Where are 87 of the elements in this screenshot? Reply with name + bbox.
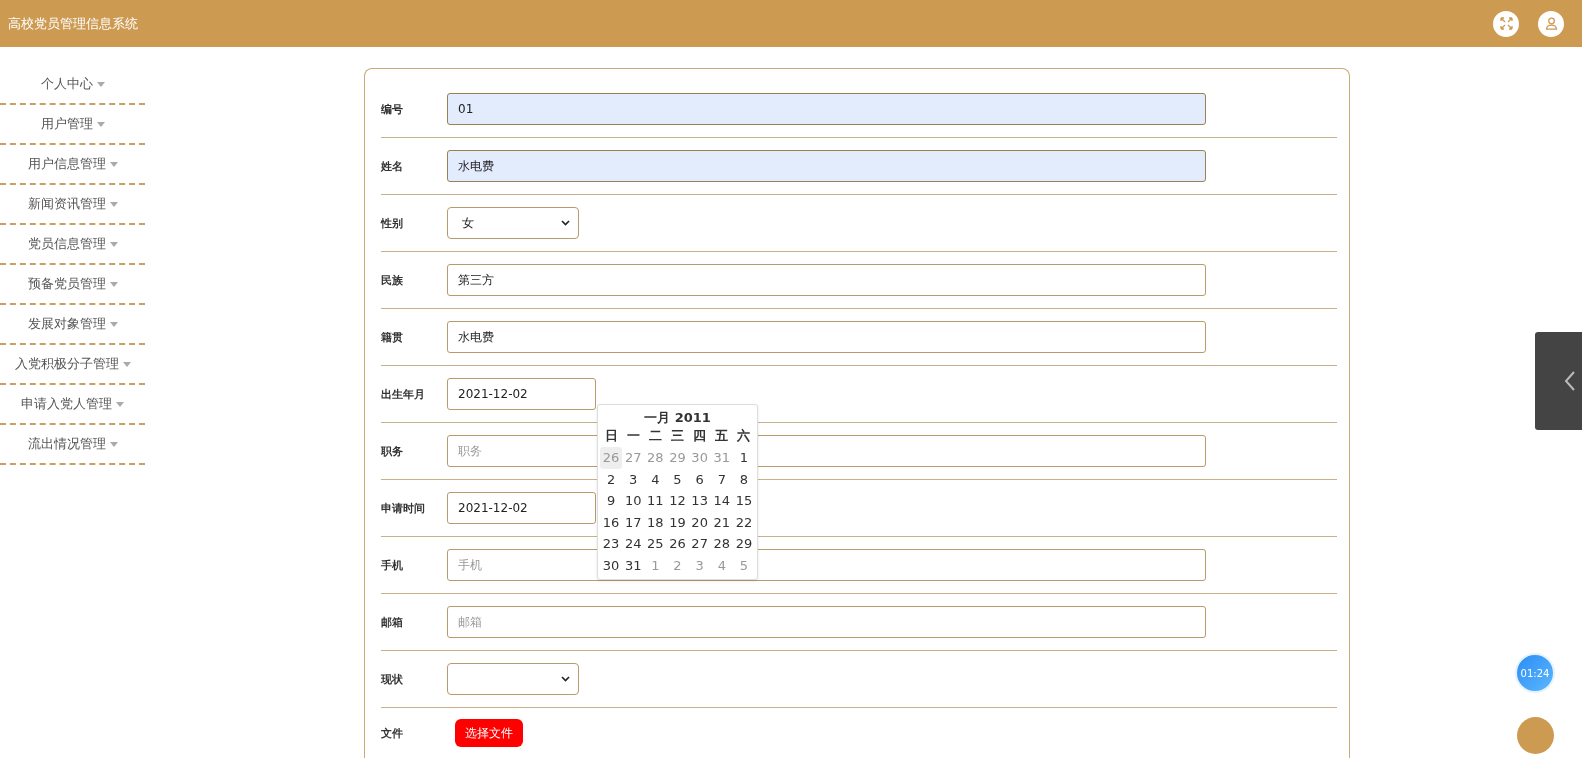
calendar-day[interactable]: 17 — [622, 511, 645, 533]
calendar-day[interactable]: 22 — [732, 511, 755, 533]
calendar-day[interactable]: 1 — [732, 447, 755, 469]
select-field[interactable]: 女 — [447, 207, 579, 239]
menu-label: 申请入党人管理 — [21, 395, 112, 413]
calendar-day[interactable]: 16 — [600, 511, 623, 533]
calendar-day[interactable]: 2 — [600, 468, 623, 490]
menu-label: 党员信息管理 — [27, 235, 106, 253]
calendar-day[interactable]: 19 — [666, 511, 689, 533]
sidebar-item[interactable]: 用户管理 — [0, 105, 145, 145]
chevron-down-icon — [561, 676, 570, 682]
menu-label: 个人中心 — [40, 75, 93, 93]
caret-icon — [109, 161, 118, 167]
fullscreen-button[interactable] — [1493, 10, 1519, 37]
calendar-day[interactable]: 9 — [600, 490, 623, 512]
field-label: 民族 — [381, 272, 404, 288]
sidebar-item[interactable]: 发展对象管理 — [0, 305, 145, 345]
calendar-day[interactable]: 7 — [710, 468, 733, 490]
input-field[interactable]: 邮箱 — [447, 606, 1206, 638]
field-label: 职务 — [381, 443, 404, 459]
calendar-day[interactable]: 11 — [644, 490, 667, 512]
user-button[interactable] — [1538, 10, 1564, 37]
calendar-day[interactable]: 10 — [622, 490, 645, 512]
calendar-day[interactable]: 4 — [644, 468, 667, 490]
menu-label: 用户管理 — [40, 115, 93, 133]
field-label: 文件 — [381, 725, 404, 741]
calendar-day[interactable]: 6 — [688, 468, 711, 490]
sidebar-item[interactable]: 个人中心 — [0, 65, 145, 105]
input-field[interactable]: 水电费 — [447, 150, 1206, 182]
caret-icon — [109, 441, 118, 447]
caret-icon — [109, 321, 118, 327]
sidebar-item[interactable]: 用户信息管理 — [0, 145, 145, 185]
menu-label: 用户信息管理 — [27, 155, 106, 173]
caret-icon — [116, 401, 124, 407]
input-field[interactable]: 第三方 — [447, 264, 1206, 296]
calendar-day[interactable]: 14 — [710, 490, 733, 512]
caret-icon — [109, 241, 118, 247]
caret-icon — [122, 361, 131, 367]
field-label: 姓名 — [381, 158, 404, 174]
calendar-day[interactable]: 15 — [732, 490, 755, 512]
calendar-day[interactable]: 13 — [688, 490, 711, 512]
calendar-day[interactable]: 5 — [666, 468, 689, 490]
calendar-day[interactable]: 18 — [644, 511, 667, 533]
sidebar-item[interactable]: 申请入党人管理 — [0, 385, 145, 425]
field-label: 现状 — [381, 671, 404, 687]
menu-label: 入党积极分子管理 — [14, 355, 119, 373]
floating-button[interactable] — [1517, 717, 1554, 754]
choose-file-button[interactable]: 选择文件 — [455, 719, 523, 747]
calendar-day[interactable]: 3 — [622, 468, 645, 490]
menu-label: 预备党员管理 — [27, 275, 106, 293]
caret-icon — [109, 281, 118, 287]
date-field[interactable]: 2021-12-02 — [447, 378, 596, 410]
sidebar-item[interactable]: 预备党员管理 — [0, 265, 145, 305]
field-label: 性别 — [381, 215, 404, 231]
select-field[interactable] — [447, 663, 579, 695]
caret-icon — [96, 81, 105, 87]
menu-label: 新闻资讯管理 — [27, 195, 106, 213]
input-field[interactable]: 水电费 — [447, 321, 1206, 353]
month-title: 一月 2011 — [643, 409, 712, 427]
input-field[interactable]: 01 — [447, 93, 1206, 125]
user-icon — [1544, 17, 1558, 30]
field-label: 出生年月 — [381, 386, 426, 402]
field-label: 手机 — [381, 557, 404, 573]
calendar-day[interactable]: 8 — [732, 468, 755, 490]
sidebar-item[interactable]: 党员信息管理 — [0, 225, 145, 265]
calendar-day[interactable]: 31 — [622, 554, 645, 576]
field-label: 籍贯 — [381, 329, 404, 345]
calendar-day[interactable]: 30 — [600, 554, 623, 576]
field-label: 申请时间 — [381, 500, 426, 516]
date-field[interactable]: 2021-12-02 — [447, 492, 596, 524]
calendar-day[interactable]: 21 — [710, 511, 733, 533]
chevron-down-icon — [561, 220, 570, 226]
calendar-day[interactable]: 20 — [688, 511, 711, 533]
field-label: 编号 — [381, 101, 404, 117]
caret-icon — [96, 121, 105, 127]
menu-label: 流出情况管理 — [27, 435, 106, 453]
fullscreen-icon — [1499, 17, 1513, 30]
sidebar-item[interactable]: 流出情况管理 — [0, 425, 145, 465]
field-label: 邮箱 — [381, 614, 404, 630]
calendar-day[interactable]: 12 — [666, 490, 689, 512]
caret-icon — [109, 201, 118, 207]
menu-label: 发展对象管理 — [27, 315, 106, 333]
app-title: 高校党员管理信息系统 — [8, 14, 139, 33]
sidebar-item[interactable]: 新闻资讯管理 — [0, 185, 145, 225]
sidebar-item[interactable]: 入党积极分子管理 — [0, 345, 145, 385]
chevron-left-icon — [1564, 370, 1576, 392]
timer-badge: 01:24 — [1515, 653, 1555, 693]
